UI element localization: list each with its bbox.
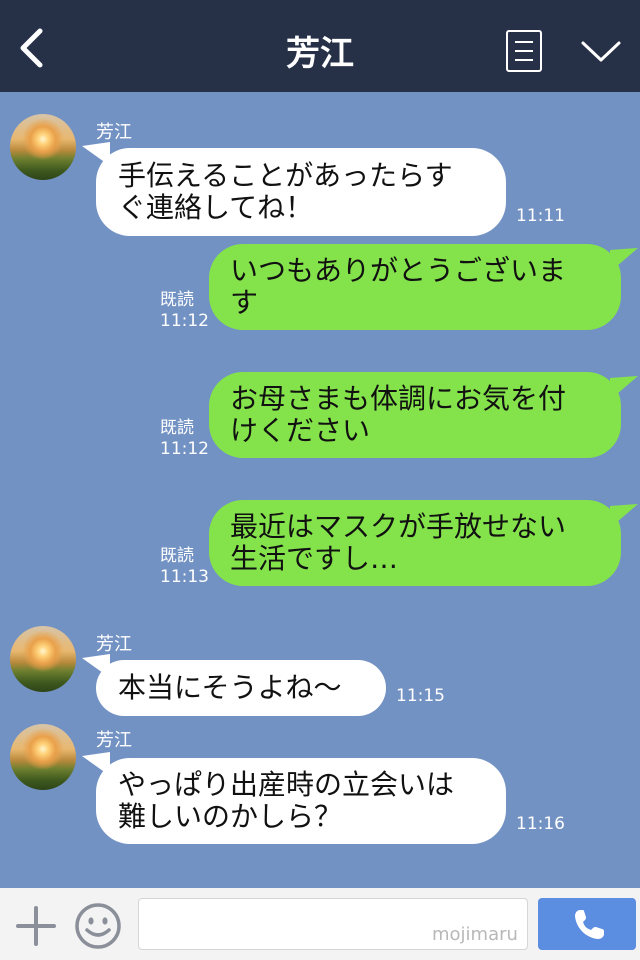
message-bubble[interactable]: お母さまも体調にお気を付 けください	[209, 372, 621, 458]
message-time: 11:12	[160, 311, 209, 331]
message-bubble[interactable]: やっぱり出産時の立会いは 難しいのかしら？	[96, 758, 506, 844]
message-text: す	[230, 286, 259, 319]
plus-icon[interactable]	[16, 906, 56, 946]
bubble-tail	[610, 376, 638, 400]
message-time: 11:15	[396, 686, 445, 706]
message-time: 11:12	[160, 439, 209, 459]
chat-title: 芳江	[286, 34, 354, 74]
message-time: 11:13	[160, 567, 209, 587]
message-bubble[interactable]: 手伝えることがあったらす ぐ連絡してね！	[96, 148, 506, 236]
phone-icon	[575, 910, 604, 939]
avatar[interactable]	[10, 114, 76, 180]
avatar[interactable]	[10, 626, 76, 692]
message-text: お母さまも体調にお気を付	[230, 382, 567, 415]
message-text: 難しいのかしら？	[118, 800, 343, 833]
chevron-down-icon[interactable]	[580, 36, 622, 66]
message-text: いつもありがとうございま	[230, 254, 567, 287]
message-list: 芳江 手伝えることがあったらす ぐ連絡してね！ 11:11 既読 11:12 い…	[0, 92, 640, 888]
message-bubble[interactable]: いつもありがとうございま す	[209, 244, 621, 330]
sender-name: 芳江	[96, 122, 132, 143]
message-bubble[interactable]: 本当にそうよね〜	[96, 660, 386, 716]
read-receipt: 既読	[160, 418, 194, 438]
sender-name: 芳江	[96, 634, 132, 655]
message-bubble[interactable]: 最近はマスクが手放せない 生活ですし…	[209, 500, 621, 586]
smile-icon[interactable]	[74, 902, 122, 950]
list-icon[interactable]	[506, 30, 542, 72]
message-text: 手伝えることがあったらす	[118, 159, 453, 192]
read-receipt: 既読	[160, 546, 194, 566]
message-text: 最近はマスクが手放せない	[230, 510, 567, 543]
avatar[interactable]	[10, 724, 76, 790]
call-button[interactable]	[538, 898, 636, 950]
watermark: mojimaru	[432, 924, 518, 945]
message-text: けください	[230, 414, 371, 447]
message-text: 本当にそうよね〜	[118, 671, 342, 704]
message-time: 11:16	[516, 814, 565, 834]
message-text: 生活ですし…	[230, 542, 399, 575]
read-receipt: 既読	[160, 290, 194, 310]
bubble-tail	[610, 504, 638, 528]
bubble-tail	[610, 248, 638, 272]
message-text: やっぱり出産時の立会いは	[118, 768, 455, 801]
sender-name: 芳江	[96, 730, 132, 751]
message-text: ぐ連絡してね！	[118, 191, 314, 224]
message-time: 11:11	[516, 206, 565, 226]
chat-header: 芳江	[0, 0, 640, 92]
